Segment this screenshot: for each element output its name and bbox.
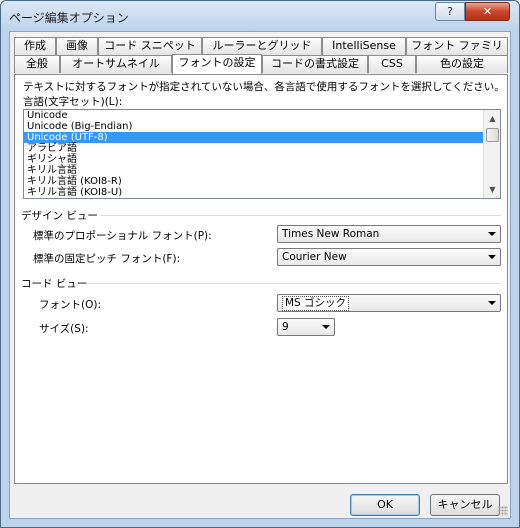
code-font-combo[interactable]: MS ゴシック: [277, 294, 501, 312]
fixed-font-value: Courier New: [282, 251, 347, 263]
proportional-font-combo[interactable]: Times New Roman: [277, 225, 501, 243]
resize-grip-icon[interactable]: [498, 506, 508, 516]
tab-row-2: 全般 オートサムネイル フォントの設定 コードの書式設定 CSS 色の設定: [14, 54, 508, 74]
tab-image[interactable]: 画像: [56, 37, 98, 55]
list-item[interactable]: ギリシャ語: [24, 154, 483, 165]
list-item[interactable]: Unicode (Big-Endian): [24, 121, 483, 132]
window-title: ページ編集オプション: [9, 11, 129, 25]
cancel-button[interactable]: キャンセル: [430, 494, 500, 516]
fixed-font-combo[interactable]: Courier New: [277, 248, 501, 266]
ok-button[interactable]: OK: [350, 494, 420, 516]
list-scrollbar[interactable]: ▲ ▼: [483, 110, 500, 198]
description-text: テキストに対するフォントが指定されていない場合、各言語で使用するフォントを選択し…: [23, 81, 505, 93]
list-item[interactable]: Unicode: [24, 110, 483, 121]
title-bar[interactable]: ページ編集オプション ? ✕: [1, 1, 519, 31]
tab-intellisense[interactable]: IntelliSense: [322, 37, 406, 55]
code-size-label: サイズ(S):: [39, 323, 89, 335]
dialog-window: ページ編集オプション ? ✕ 作成 画像 コード スニペット ルーラーとグリッド…: [0, 0, 520, 528]
list-item[interactable]: キリル言語 (KOI8-U): [24, 187, 483, 198]
code-view-heading: コード ビュー: [21, 278, 88, 290]
list-item[interactable]: アラビア語: [24, 143, 483, 154]
list-item[interactable]: キリル言語: [24, 165, 483, 176]
dialog-client: 作成 画像 コード スニペット ルーラーとグリッド IntelliSense フ…: [9, 31, 511, 519]
list-item-selected[interactable]: Unicode (UTF-8): [24, 132, 483, 143]
language-listbox[interactable]: Unicode Unicode (Big-Endian) Unicode (UT…: [23, 109, 501, 199]
tab-ruler-grid[interactable]: ルーラーとグリッド: [202, 37, 322, 55]
code-font-value: MS ゴシック: [282, 296, 350, 311]
help-button[interactable]: ?: [435, 2, 465, 21]
tab-code-format[interactable]: コードの書式設定: [262, 55, 368, 73]
language-label: 言語(文字セット)(L):: [23, 96, 123, 108]
chevron-down-icon: [488, 301, 496, 305]
close-button[interactable]: ✕: [465, 2, 510, 21]
tab-color-settings[interactable]: 色の設定: [416, 55, 508, 73]
chevron-down-icon: [488, 232, 496, 236]
tab-css[interactable]: CSS: [368, 55, 416, 73]
chevron-down-icon: [488, 255, 496, 259]
scroll-down-icon[interactable]: ▼: [484, 181, 500, 198]
tab-font-family[interactable]: フォント ファミリ: [406, 37, 508, 55]
design-view-divider: [101, 215, 501, 216]
proportional-font-value: Times New Roman: [282, 228, 380, 240]
tab-general[interactable]: 全般: [14, 55, 60, 73]
scroll-up-icon[interactable]: ▲: [484, 110, 500, 127]
font-settings-panel: テキストに対するフォントが指定されていない場合、各言語で使用するフォントを選択し…: [14, 74, 508, 484]
chevron-down-icon: [322, 325, 330, 329]
tab-font-settings[interactable]: フォントの設定: [172, 54, 262, 74]
proportional-font-label: 標準のプロポーショナル フォント(P):: [33, 230, 212, 242]
tab-code-snippet[interactable]: コード スニペット: [98, 37, 202, 55]
tab-create[interactable]: 作成: [14, 37, 56, 55]
fixed-font-label: 標準の固定ピッチ フォント(F):: [33, 253, 181, 265]
code-size-combo[interactable]: 9: [277, 318, 335, 336]
code-font-label: フォント(O):: [39, 299, 101, 311]
language-list: Unicode Unicode (Big-Endian) Unicode (UT…: [24, 110, 483, 198]
code-view-divider: [87, 283, 501, 284]
tab-auto-thumbnail[interactable]: オートサムネイル: [60, 55, 172, 73]
tab-row-1: 作成 画像 コード スニペット ルーラーとグリッド IntelliSense フ…: [14, 37, 508, 55]
scroll-thumb[interactable]: [486, 128, 499, 142]
code-size-value: 9: [282, 321, 289, 333]
design-view-heading: デザイン ビュー: [21, 210, 98, 222]
list-item[interactable]: キリル言語 (KOI8-R): [24, 176, 483, 187]
